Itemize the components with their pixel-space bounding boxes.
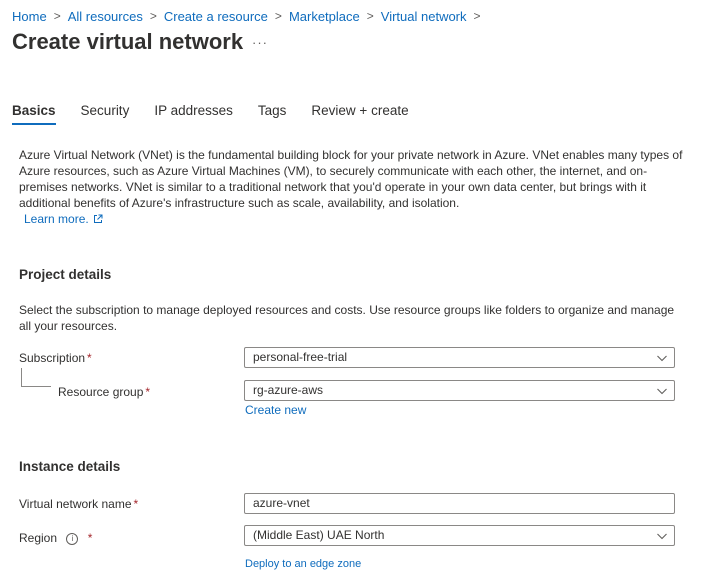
tab-ip-addresses[interactable]: IP addresses [154,103,233,124]
vnet-name-label: Virtual network name * [19,497,138,511]
region-value: (Middle East) UAE North [253,528,385,542]
tab-tags[interactable]: Tags [258,103,287,124]
subscription-value: personal-free-trial [253,350,348,364]
learn-more-link[interactable]: Learn more. [24,212,103,226]
vnet-name-input[interactable]: azure-vnet [244,493,675,514]
resource-group-label-text: Resource group [58,385,144,399]
vnet-name-label-text: Virtual network name [19,497,132,511]
region-label-text: Region [19,531,58,545]
region-dropdown[interactable]: (Middle East) UAE North [244,525,675,546]
chevron-right-icon: > [473,9,481,23]
resource-group-dropdown[interactable]: rg-azure-aws [244,380,675,401]
tab-basics[interactable]: Basics [12,103,56,125]
breadcrumb: Home > All resources > Create a resource… [12,6,488,26]
chevron-right-icon: > [149,9,157,23]
chevron-right-icon: > [53,9,61,23]
vnet-description: Azure Virtual Network (VNet) is the fund… [19,148,683,210]
info-icon[interactable]: i [66,532,79,545]
chevron-right-icon: > [274,9,282,23]
breadcrumb-home[interactable]: Home [12,9,47,24]
breadcrumb-create-resource[interactable]: Create a resource [164,9,268,24]
more-options-button[interactable]: ··· [252,35,268,50]
tab-bar: Basics Security IP addresses Tags Review… [12,103,434,125]
deploy-edge-zone-link[interactable]: Deploy to an edge zone [245,558,361,570]
tab-review-create[interactable]: Review + create [311,103,408,124]
tree-connector [21,368,51,387]
resource-group-value: rg-azure-aws [253,383,324,397]
subscription-label: Subscription * [19,351,92,365]
breadcrumb-virtual-network[interactable]: Virtual network [381,9,467,24]
required-marker: * [87,531,93,545]
required-marker: * [87,351,92,365]
project-details-description: Select the subscription to manage deploy… [19,303,675,333]
page-title: Create virtual network [12,29,244,54]
chevron-down-icon [657,533,667,540]
tab-security[interactable]: Security [81,103,130,124]
external-link-icon [93,214,103,223]
resource-group-label: Resource group * [58,385,150,399]
chevron-down-icon [657,355,667,362]
subscription-label-text: Subscription [19,351,86,365]
learn-more-label[interactable]: Learn more. [24,212,89,226]
required-marker: * [133,497,139,511]
breadcrumb-all-resources[interactable]: All resources [68,9,143,24]
breadcrumb-marketplace[interactable]: Marketplace [289,9,360,24]
instance-details-heading: Instance details [19,459,121,474]
subscription-dropdown[interactable]: personal-free-trial [244,347,675,368]
chevron-down-icon [657,388,667,395]
region-label: Region i * [19,531,92,545]
required-marker: * [145,385,151,399]
create-new-resource-group-link[interactable]: Create new [245,403,306,417]
vnet-name-value: azure-vnet [253,496,310,510]
project-details-heading: Project details [19,267,112,282]
chevron-right-icon: > [366,9,374,23]
